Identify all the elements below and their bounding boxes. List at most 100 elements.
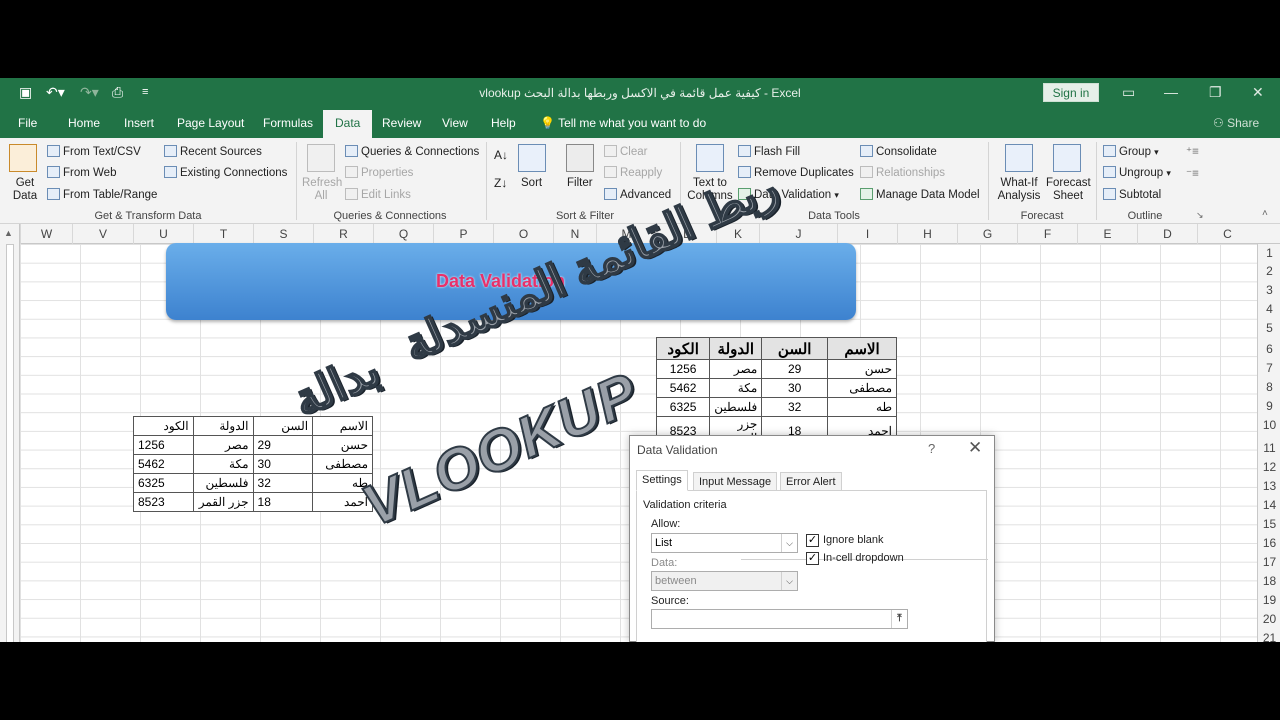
ribbon-display-icon[interactable]: ▭	[1122, 84, 1135, 101]
row-header[interactable]: 10	[1258, 418, 1280, 432]
forecast-sheet-button[interactable]: Forecast Sheet	[1046, 177, 1091, 203]
tab-page-layout[interactable]: Page Layout	[177, 116, 244, 130]
tell-me-search[interactable]: 💡 Tell me what you want to do	[540, 116, 706, 130]
table-cell[interactable]: مصطفى	[827, 378, 897, 398]
refresh-all-button[interactable]: Refresh All	[302, 177, 342, 203]
table-cell[interactable]: 5462	[133, 454, 194, 474]
table-cell[interactable]: 18	[252, 492, 314, 512]
share-button[interactable]: ⚇ Share	[1213, 116, 1259, 130]
queries-connections-button[interactable]: Queries & Connections	[345, 145, 479, 158]
table-header[interactable]: الاسم	[827, 337, 897, 360]
sort-button[interactable]: Sort	[521, 177, 542, 189]
table-cell[interactable]: مكة	[192, 454, 254, 474]
sort-az-icon[interactable]: A↓	[494, 148, 508, 162]
ignore-blank-checkbox[interactable]: ✓	[806, 534, 819, 547]
row-header[interactable]: 16	[1258, 536, 1280, 550]
column-header[interactable]: S	[253, 224, 313, 244]
collapse-ribbon-icon[interactable]: ˄	[1262, 208, 1268, 219]
table-cell[interactable]: 1256	[655, 359, 711, 379]
what-if-button[interactable]: What-If Analysis	[994, 177, 1044, 203]
row-header[interactable]: 5	[1258, 321, 1280, 335]
tab-formulas[interactable]: Formulas	[263, 116, 313, 130]
table-cell[interactable]: 30	[252, 454, 314, 474]
table-cell[interactable]: 32	[761, 397, 829, 417]
row-header[interactable]: 8	[1258, 380, 1280, 394]
in-cell-dropdown-checkbox[interactable]: ✓	[806, 552, 819, 565]
table-cell[interactable]: 8523	[133, 492, 194, 512]
column-header[interactable]: H	[897, 224, 957, 244]
flash-fill-button[interactable]: Flash Fill	[738, 145, 800, 158]
sign-in-button[interactable]: Sign in	[1043, 83, 1099, 102]
edit-links-button[interactable]: Edit Links	[345, 188, 411, 201]
table-cell[interactable]: حسن	[827, 359, 897, 379]
table-cell[interactable]: 29	[761, 359, 829, 379]
help-icon[interactable]: ?	[928, 441, 935, 456]
from-text-csv-button[interactable]: From Text/CSV	[47, 145, 141, 158]
group-button[interactable]: Group ▾	[1103, 145, 1159, 158]
table-cell[interactable]: 6325	[655, 397, 711, 417]
collapse-range-icon[interactable]: ⤒	[891, 610, 907, 628]
table-cell[interactable]: 32	[252, 473, 314, 493]
column-header[interactable]: O	[493, 224, 553, 244]
tab-input-message[interactable]: Input Message	[693, 472, 778, 491]
close-icon[interactable]: ✕	[1252, 84, 1264, 101]
table-cell[interactable]: فلسطين	[709, 397, 763, 417]
column-header[interactable]: G	[957, 224, 1017, 244]
column-header[interactable]: I	[837, 224, 897, 244]
table-header[interactable]: الكود	[133, 416, 194, 436]
table-cell[interactable]: 6325	[133, 473, 194, 493]
column-header[interactable]: F	[1017, 224, 1077, 244]
tab-data[interactable]: Data	[323, 110, 373, 138]
scroll-up-icon[interactable]: ▲	[4, 228, 13, 238]
row-header[interactable]: 3	[1258, 283, 1280, 297]
restore-icon[interactable]: ❐	[1209, 84, 1222, 101]
table-cell[interactable]: حسن	[312, 435, 373, 455]
tab-insert[interactable]: Insert	[124, 116, 154, 130]
row-header[interactable]: 13	[1258, 479, 1280, 493]
properties-button[interactable]: Properties	[345, 166, 413, 179]
row-header[interactable]: 7	[1258, 361, 1280, 375]
row-header[interactable]: 14	[1258, 498, 1280, 512]
tab-home[interactable]: Home	[68, 116, 100, 130]
column-header[interactable]: Q	[373, 224, 433, 244]
advanced-button[interactable]: Advanced	[604, 188, 671, 201]
row-header[interactable]: 20	[1258, 612, 1280, 626]
column-header[interactable]: R	[313, 224, 373, 244]
table-cell[interactable]: جزر القمر	[192, 492, 254, 512]
table-cell[interactable]: 29	[252, 435, 314, 455]
show-detail-icon[interactable]: ⁺≡	[1186, 144, 1199, 158]
table-cell[interactable]: طه	[827, 397, 897, 417]
tab-review[interactable]: Review	[382, 116, 421, 130]
table-header[interactable]: الدولة	[709, 337, 763, 360]
tab-file[interactable]: File	[18, 116, 37, 130]
row-header[interactable]: 17	[1258, 555, 1280, 569]
column-header[interactable]: C	[1197, 224, 1257, 244]
tab-help[interactable]: Help	[491, 116, 516, 130]
table-header[interactable]: الكود	[655, 337, 711, 360]
row-header[interactable]: 2	[1258, 264, 1280, 278]
column-header[interactable]: V	[72, 224, 133, 244]
manage-data-model-button[interactable]: Manage Data Model	[860, 188, 980, 201]
recent-sources-button[interactable]: Recent Sources	[164, 145, 262, 158]
row-header[interactable]: 1	[1258, 246, 1280, 260]
column-header[interactable]: J	[759, 224, 837, 244]
close-icon[interactable]: ✕	[968, 438, 982, 458]
relationships-button[interactable]: Relationships	[860, 166, 945, 179]
data-select[interactable]: between ⌵	[651, 571, 798, 591]
column-header[interactable]: P	[433, 224, 493, 244]
source-input[interactable]: ⤒	[651, 609, 908, 629]
hide-detail-icon[interactable]: ⁻≡	[1186, 166, 1199, 180]
row-header[interactable]: 6	[1258, 342, 1280, 356]
tab-settings[interactable]: Settings	[636, 470, 688, 491]
column-header[interactable]: D	[1137, 224, 1197, 244]
row-header[interactable]: 18	[1258, 574, 1280, 588]
filter-button[interactable]: Filter	[567, 177, 593, 189]
ungroup-button[interactable]: Ungroup ▾	[1103, 166, 1171, 179]
from-web-button[interactable]: From Web	[47, 166, 116, 179]
row-header[interactable]: 4	[1258, 302, 1280, 316]
table-cell[interactable]: 30	[761, 378, 829, 398]
table-cell[interactable]: 5462	[655, 378, 711, 398]
table-header[interactable]: السن	[761, 337, 829, 360]
sort-za-icon[interactable]: Z↓	[494, 176, 507, 190]
get-data-button[interactable]: Get Data	[10, 177, 40, 203]
